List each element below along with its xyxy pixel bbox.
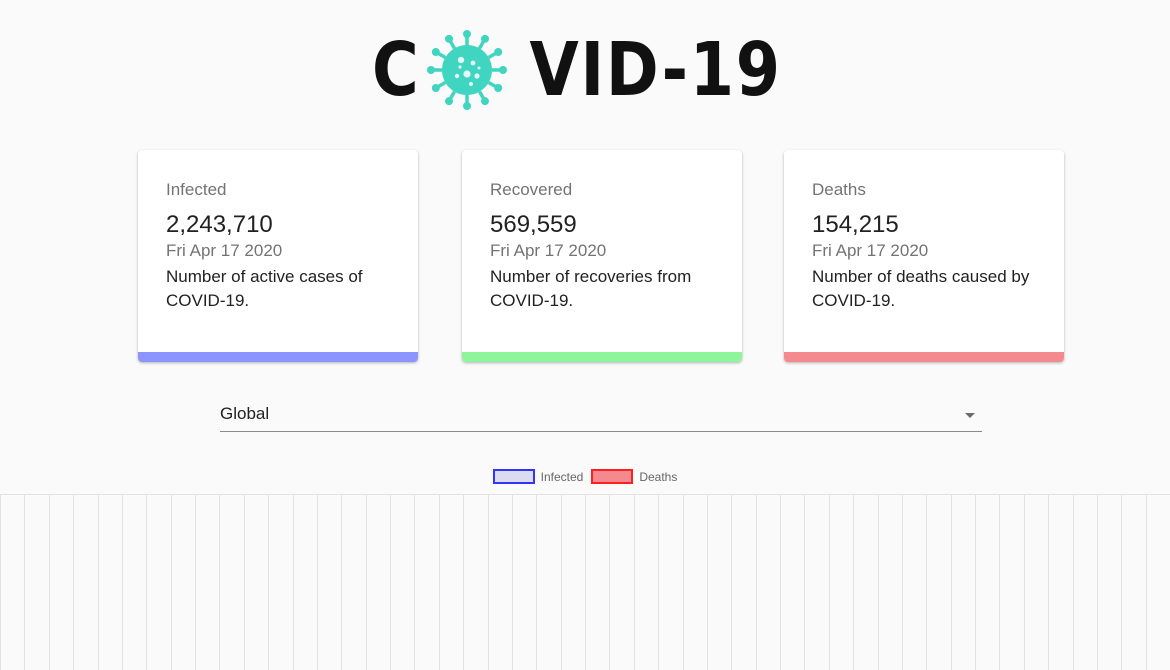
virus-spot <box>457 56 464 64</box>
virus-spot <box>462 70 471 78</box>
card-title: Deaths <box>812 180 866 199</box>
logo-text-before: C <box>372 27 421 113</box>
virus-body <box>441 45 492 95</box>
virus-spike-tip <box>480 34 489 43</box>
country-select-value: Global <box>220 404 270 423</box>
legend-label: Deaths <box>639 469 678 484</box>
legend-swatch <box>492 469 535 484</box>
recovered-card: Recovered 569,559 Fri Apr 17 2020 Number… <box>462 150 742 362</box>
card-title: Infected <box>166 180 227 199</box>
dropdown-arrow-icon[interactable] <box>965 413 975 418</box>
country-select[interactable]: Global <box>220 396 982 432</box>
card-count: 154,215 <box>812 211 899 238</box>
virus-spike-tip <box>480 97 489 106</box>
virus-spike-tip <box>493 84 502 92</box>
virus-spike-tip <box>462 30 471 38</box>
virus-spike-tip <box>493 48 502 56</box>
virus-spike-tip <box>444 34 453 43</box>
virus-spot <box>477 66 480 70</box>
card-description: Number of recoveries from COVID-19. <box>490 267 692 310</box>
virus-spike-tip <box>431 84 440 92</box>
deaths-card: Deaths 154,215 Fri Apr 17 2020 Number of… <box>784 150 1064 362</box>
card-date: Fri Apr 17 2020 <box>490 241 607 260</box>
virus-spike-tip <box>444 97 453 106</box>
chart-legend: Infected Deaths <box>0 469 1170 484</box>
virus-spot <box>473 73 480 79</box>
virus-spot <box>457 65 462 69</box>
coronavirus-icon <box>426 30 507 110</box>
virus-spike-tip <box>462 102 471 110</box>
card-date: Fri Apr 17 2020 <box>812 241 929 260</box>
card-color-bar <box>138 352 418 362</box>
virus-spike-tip <box>426 66 435 74</box>
virus-spike-tip <box>498 66 507 74</box>
line-chart <box>0 494 1170 670</box>
legend-item-infected[interactable]: Infected <box>492 469 584 484</box>
infected-card: Infected 2,243,710 Fri Apr 17 2020 Numbe… <box>138 150 418 362</box>
covid-19-logo: C VID-19 <box>0 28 1170 112</box>
legend-item-deaths[interactable]: Deaths <box>591 469 677 484</box>
card-count: 2,243,710 <box>166 211 273 238</box>
logo-text-after: VID-19 <box>529 27 782 113</box>
virus-spike-tip <box>431 48 440 56</box>
card-color-bar <box>784 352 1064 362</box>
card-date: Fri Apr 17 2020 <box>166 241 283 260</box>
legend-swatch <box>591 469 634 484</box>
legend-label: Infected <box>540 469 584 484</box>
card-color-bar <box>462 352 742 362</box>
card-description: Number of active cases of COVID-19. <box>166 267 363 310</box>
card-description: Number of deaths caused by COVID-19. <box>812 267 1030 310</box>
virus-spot <box>470 60 475 66</box>
card-title: Recovered <box>490 180 573 199</box>
virus-spot <box>468 82 473 86</box>
virus-spot <box>454 73 459 79</box>
card-count: 569,559 <box>490 211 577 238</box>
